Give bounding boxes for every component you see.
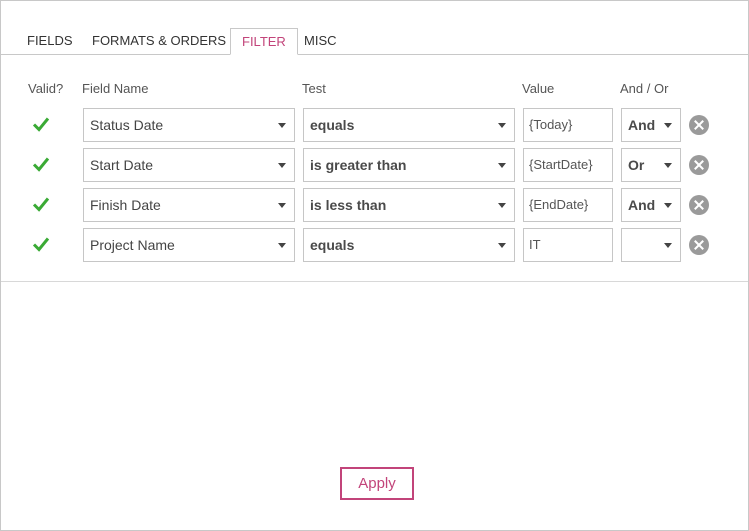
and-or-select[interactable]: Or	[621, 148, 681, 182]
field-name-value: Status Date	[90, 117, 164, 133]
test-value: is greater than	[310, 157, 407, 173]
chevron-down-icon	[498, 123, 506, 128]
value-input[interactable]: {StartDate}	[523, 148, 613, 182]
chevron-down-icon	[278, 243, 286, 248]
chevron-down-icon	[278, 163, 286, 168]
test-select[interactable]: is greater than	[303, 148, 515, 182]
and-or-value: Or	[628, 157, 645, 173]
check-icon	[32, 157, 50, 172]
value-input[interactable]: {EndDate}	[523, 188, 613, 222]
chevron-down-icon	[664, 203, 672, 208]
filter-row: Status Date equals {Today} And	[1, 108, 748, 142]
field-name-select[interactable]: Project Name	[83, 228, 295, 262]
chevron-down-icon	[664, 163, 672, 168]
tab-misc[interactable]: MISC	[293, 28, 348, 54]
test-select[interactable]: equals	[303, 228, 515, 262]
field-name-select[interactable]: Finish Date	[83, 188, 295, 222]
check-icon	[32, 197, 50, 212]
column-header-value: Value	[522, 81, 555, 96]
chevron-down-icon	[498, 163, 506, 168]
field-name-select[interactable]: Status Date	[83, 108, 295, 142]
tabs-divider	[1, 54, 748, 55]
check-icon	[32, 237, 50, 252]
remove-circle-icon[interactable]	[689, 115, 709, 135]
filter-row: Finish Date is less than {EndDate} And	[1, 188, 748, 222]
filter-row: Start Date is greater than {StartDate} O…	[1, 148, 748, 182]
chevron-down-icon	[498, 243, 506, 248]
and-or-value: And	[628, 197, 656, 213]
column-header-and-or: And / Or	[620, 81, 669, 96]
remove-circle-icon[interactable]	[689, 235, 709, 255]
field-name-value: Finish Date	[90, 197, 161, 213]
field-name-select[interactable]: Start Date	[83, 148, 295, 182]
tab-fields[interactable]: FIELDS	[16, 28, 84, 54]
column-header-valid: Valid?	[28, 81, 64, 96]
chevron-down-icon	[498, 203, 506, 208]
column-header-field-name: Field Name	[82, 81, 149, 96]
field-name-value: Start Date	[90, 157, 154, 173]
test-value: equals	[310, 117, 355, 133]
filter-row: Project Name equals IT	[1, 228, 748, 262]
remove-circle-icon[interactable]	[689, 155, 709, 175]
value-input[interactable]: {Today}	[523, 108, 613, 142]
remove-circle-icon[interactable]	[689, 195, 709, 215]
check-icon	[32, 117, 50, 132]
and-or-select[interactable]: And	[621, 108, 681, 142]
test-select[interactable]: is less than	[303, 188, 515, 222]
filter-panel: FIELDS FORMATS & ORDERS FILTER MISC Vali…	[0, 0, 749, 531]
chevron-down-icon	[278, 203, 286, 208]
chevron-down-icon	[664, 243, 672, 248]
and-or-select[interactable]: And	[621, 188, 681, 222]
section-divider	[1, 281, 748, 282]
test-value: equals	[310, 237, 355, 253]
test-select[interactable]: equals	[303, 108, 515, 142]
and-or-select[interactable]	[621, 228, 681, 262]
apply-button[interactable]: Apply	[340, 467, 414, 500]
field-name-value: Project Name	[90, 237, 175, 253]
tab-formats-orders[interactable]: FORMATS & ORDERS	[81, 28, 237, 54]
value-input[interactable]: IT	[523, 228, 613, 262]
chevron-down-icon	[278, 123, 286, 128]
tab-filter[interactable]: FILTER	[230, 28, 298, 55]
chevron-down-icon	[664, 123, 672, 128]
and-or-value: And	[628, 117, 656, 133]
test-value: is less than	[310, 197, 387, 213]
column-header-test: Test	[302, 81, 326, 96]
